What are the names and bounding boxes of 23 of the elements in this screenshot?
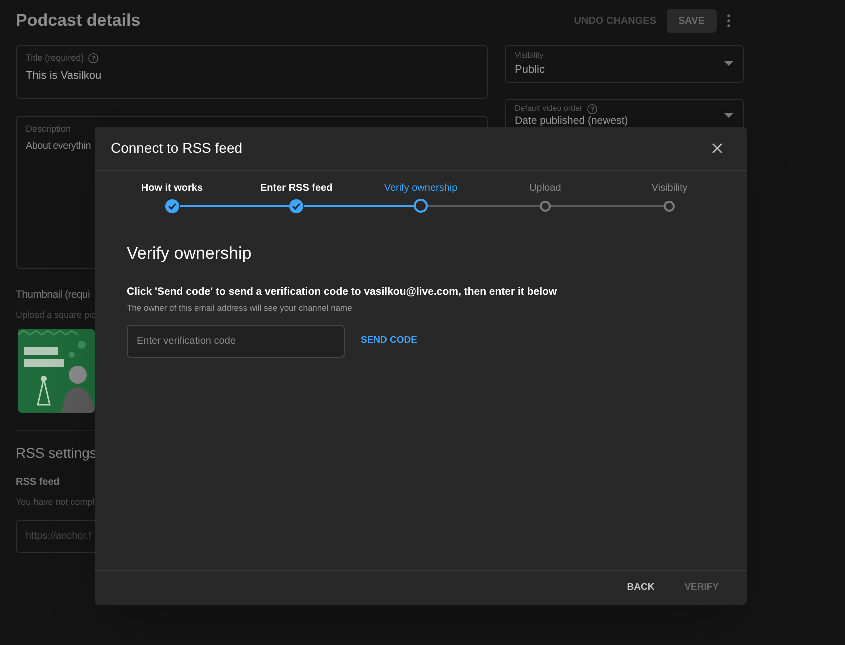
rss-label: RSS feed	[16, 476, 60, 490]
step-label: Visibility	[652, 182, 688, 196]
rss-heading: RSS settings	[16, 444, 97, 464]
field-value: About everythin	[26, 140, 91, 154]
dialog-title: Connect to RSS feed	[111, 139, 243, 158]
page-title: Podcast details	[16, 10, 141, 32]
thumbnail-heading: Thumbnail (requi	[16, 288, 90, 303]
note-text: The owner of this email address will see your channel name	[127, 302, 354, 315]
step-label: How it works	[141, 182, 204, 196]
rss-hint: You have not compl	[16, 496, 95, 510]
field-value: This is Vasilkou	[26, 68, 103, 84]
instruction-text: Click 'Send code' to send a verification code to vasilkou@live.com, then enter it below	[127, 284, 558, 300]
field-label: Visibility	[515, 50, 545, 62]
field-label: Default video order	[515, 103, 583, 115]
step-label: Enter RSS feed	[260, 182, 333, 196]
field-label: Description	[26, 123, 72, 136]
thumbnail-hint: Upload a square pic	[16, 308, 96, 322]
field-label: Title (required)	[26, 52, 84, 65]
field-value: Public	[515, 62, 545, 78]
field-value: Date published (newest)	[515, 115, 628, 128]
step-label: Verify ownership	[384, 182, 458, 196]
section-heading: Verify ownership	[127, 243, 253, 265]
step-label: Upload	[530, 182, 562, 196]
